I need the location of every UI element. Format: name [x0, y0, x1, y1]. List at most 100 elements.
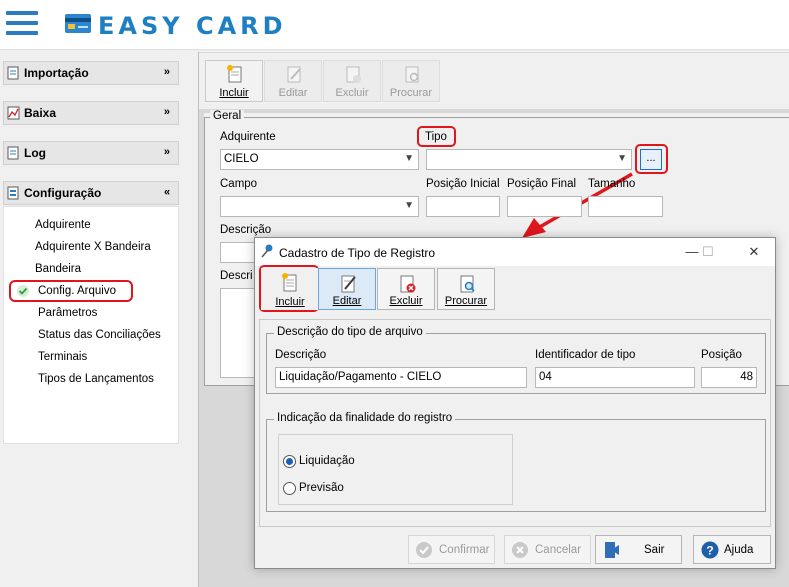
edit-icon	[287, 66, 301, 83]
posicao-inicial-input[interactable]	[426, 196, 500, 217]
sidebar-item-config-arquivo[interactable]: Config. Arquivo	[38, 285, 116, 297]
identificador-tipo-input[interactable]: 04	[535, 367, 695, 388]
radio-previsao-label: Previsão	[299, 482, 344, 494]
dialog-editar-button[interactable]: Editar	[318, 268, 376, 310]
checkmark-icon	[17, 285, 29, 297]
sidebar-item-parametros[interactable]: Parâmetros	[38, 307, 97, 319]
sidebar-section-importacao[interactable]: Importação »	[3, 61, 179, 85]
adquirente-value: CIELO	[224, 153, 259, 165]
sidebar-item-terminais[interactable]: Terminais	[38, 351, 87, 363]
exit-door-icon	[605, 542, 619, 558]
procurar-label: Procurar	[389, 87, 433, 99]
dialog-descricao-label: Descrição	[275, 349, 327, 361]
sidebar-section-label: Baixa	[24, 106, 57, 120]
dialog-incluir-button[interactable]: Incluir	[261, 268, 319, 310]
posicao-input[interactable]: 48	[701, 367, 757, 388]
top-bar: EASY CARD	[0, 0, 789, 50]
search-icon	[460, 275, 475, 293]
sidebar-section-log[interactable]: Log »	[3, 141, 179, 165]
new-document-icon	[227, 65, 242, 83]
dialog-title: Cadastro de Tipo de Registro	[279, 246, 436, 260]
hamburger-menu-icon[interactable]	[6, 11, 38, 37]
tipo-select[interactable]: ▼	[426, 149, 632, 170]
incluir-label: Incluir	[219, 87, 249, 99]
excluir-label: Excluir	[335, 87, 369, 99]
editar-button[interactable]: Editar	[264, 60, 322, 102]
posicao-final-input[interactable]	[507, 196, 582, 217]
confirmar-label: Confirmar	[439, 544, 490, 556]
sidebar-item-bandeira[interactable]: Bandeira	[35, 263, 81, 275]
adquirente-label: Adquirente	[220, 131, 276, 143]
sidebar-item-adquirente[interactable]: Adquirente	[35, 219, 91, 231]
dialog-editar-label: Editar	[332, 295, 362, 307]
chevron-down-icon: ▼	[617, 153, 627, 164]
posicao-label: Posição	[701, 349, 742, 361]
finalidade-group-title: Indicação da finalidade do registro	[274, 412, 456, 424]
cadastro-tipo-registro-dialog: Cadastro de Tipo de Registro — ☐ ✕ Inclu…	[254, 237, 776, 569]
dialog-excluir-button[interactable]: Excluir	[377, 268, 435, 310]
delete-icon	[400, 275, 416, 293]
confirmar-button[interactable]: Confirmar	[408, 535, 495, 564]
dialog-incluir-label: Incluir	[275, 296, 305, 308]
descricao-label: Descrição	[220, 224, 272, 236]
cancelar-label: Cancelar	[535, 544, 582, 556]
svg-text:?: ?	[706, 544, 713, 558]
chevron-down-icon[interactable]: »	[164, 146, 170, 158]
tipo-lookup-button[interactable]: ...	[640, 149, 662, 170]
radio-previsao[interactable]	[283, 482, 296, 495]
geral-group-title: Geral	[210, 110, 245, 122]
cancel-circle-icon	[512, 542, 528, 558]
dialog-descricao-input[interactable]: Liquidação/Pagamento - CIELO	[275, 367, 527, 388]
descri-label-partial: Descri	[220, 270, 253, 282]
radio-group-frame	[278, 434, 513, 505]
sidebar-section-label: Importação	[24, 66, 89, 80]
delete-icon	[346, 66, 361, 83]
document-icon	[7, 146, 19, 160]
edit-icon	[341, 275, 356, 293]
dialog-excluir-label: Excluir	[389, 295, 423, 307]
sair-label: Sair	[644, 544, 665, 556]
sidebar-item-tipos-lancamentos[interactable]: Tipos de Lançamentos	[38, 373, 154, 385]
tamanho-input[interactable]	[588, 196, 663, 217]
sidebar-section-baixa[interactable]: Baixa »	[3, 101, 179, 125]
sidebar-section-label: Configuração	[24, 186, 102, 200]
ajuda-label: Ajuda	[724, 544, 754, 556]
sidebar-item-status-conciliacoes[interactable]: Status das Conciliações	[38, 329, 161, 341]
chevron-down-icon: ▼	[404, 200, 414, 211]
dialog-title-bar: Cadastro de Tipo de Registro — ☐ ✕	[255, 238, 775, 266]
dialog-procurar-button[interactable]: Procurar	[437, 268, 495, 310]
brand-logo-text: EASY CARD	[98, 12, 287, 40]
procurar-button[interactable]: Procurar	[382, 60, 440, 102]
sair-button[interactable]: Sair	[595, 535, 682, 564]
radio-liquidacao-label: Liquidação	[299, 455, 355, 467]
document-icon	[7, 66, 19, 80]
descricao-tipo-group-title: Descrição do tipo de arquivo	[274, 326, 426, 338]
sidebar-section-label: Log	[24, 146, 46, 160]
editar-label: Editar	[278, 87, 308, 99]
config-icon	[7, 186, 19, 200]
sidebar-section-configuracao[interactable]: Configuração »	[3, 181, 179, 205]
chart-icon	[7, 106, 20, 120]
campo-select[interactable]: ▼	[220, 196, 419, 217]
cancelar-button[interactable]: Cancelar	[504, 535, 591, 564]
ajuda-button[interactable]: ? Ajuda	[693, 535, 771, 564]
radio-liquidacao[interactable]	[283, 455, 296, 468]
dialog-procurar-label: Procurar	[444, 295, 488, 307]
sidebar-item-adquirente-x-bandeira[interactable]: Adquirente X Bandeira	[35, 241, 151, 253]
posicao-final-label: Posição Final	[507, 178, 577, 190]
highlight-box-tipo	[417, 126, 456, 147]
chevron-down-icon[interactable]: »	[164, 106, 170, 118]
search-icon	[405, 66, 419, 83]
help-icon: ?	[701, 541, 719, 559]
chevron-down-icon[interactable]: »	[164, 66, 170, 78]
card-logo-icon	[65, 14, 91, 33]
close-icon[interactable]: ✕	[739, 241, 769, 263]
check-circle-icon	[416, 542, 432, 558]
chevron-up-icon[interactable]: »	[164, 186, 170, 198]
excluir-button[interactable]: Excluir	[323, 60, 381, 102]
tamanho-label: Tamanho	[588, 178, 636, 190]
adquirente-select[interactable]: CIELO ▼	[220, 149, 419, 170]
maximize-icon[interactable]: ☐	[693, 241, 723, 263]
campo-label: Campo	[220, 178, 258, 190]
incluir-button[interactable]: Incluir	[205, 60, 263, 102]
